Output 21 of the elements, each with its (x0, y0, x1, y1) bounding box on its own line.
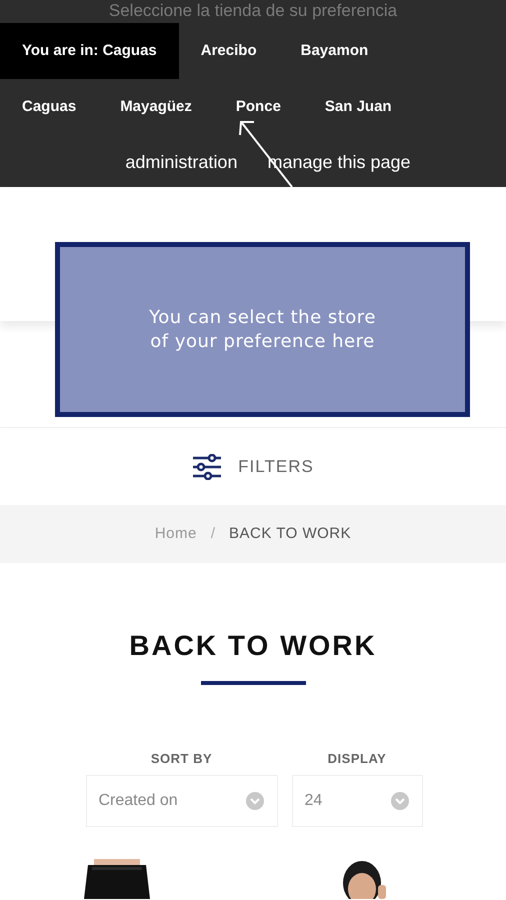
store-link[interactable]: Bayamon (278, 23, 390, 79)
store-link[interactable]: Mayagüez (98, 79, 214, 135)
select-field[interactable]: 24 (292, 774, 422, 826)
sliders-icon (192, 454, 222, 480)
store-heading: Seleccione la tienda de su preferencia (108, 0, 398, 22)
control-label: SORT BY (150, 750, 212, 768)
store-link[interactable]: Caguas (0, 79, 98, 135)
page-title: BACK TO WORK (129, 629, 377, 663)
store-link[interactable]: San Juan (302, 79, 414, 135)
chevron-down-icon (244, 790, 264, 810)
control-label: DISPLAY (328, 750, 386, 768)
store-link[interactable]: Arecibo (178, 23, 279, 79)
store-link[interactable]: Ponce (214, 79, 303, 135)
chevron-down-icon (390, 790, 410, 810)
callout-text: You can select the store of your preference here (148, 306, 377, 354)
store-link[interactable]: You are in: Caguas (0, 23, 179, 79)
breadcrumb-current: BACK TO WORK (229, 524, 352, 544)
breadcrumb-separator: / (210, 524, 216, 544)
select-field[interactable]: Created on (86, 774, 278, 826)
filters-button[interactable]: FILTERS (192, 454, 314, 480)
admin-link[interactable]: administration (125, 149, 238, 176)
